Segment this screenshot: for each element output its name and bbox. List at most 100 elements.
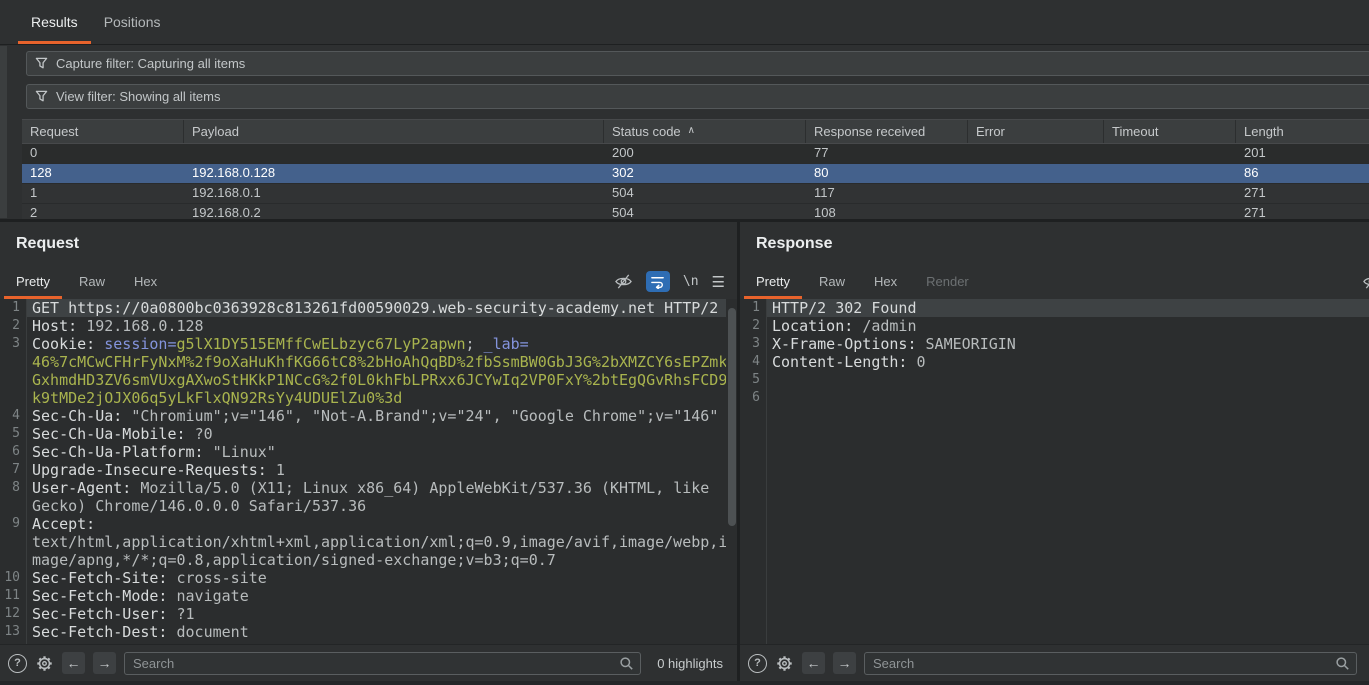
line-text: Sec-Fetch-User: ?1 xyxy=(26,605,726,623)
editor-menu-icon[interactable]: ☰ xyxy=(712,273,725,291)
view-filter-bar[interactable]: View filter: Showing all items xyxy=(26,84,1369,109)
editor-line: 12Sec-Fetch-User: ?1 xyxy=(0,605,737,623)
line-text: 46%7cMCwCFHrFyNxM%2f9oXaHuKhfKG66tC8%2bH… xyxy=(26,353,726,371)
tab-positions[interactable]: Positions xyxy=(91,0,174,44)
line-number: 6 xyxy=(0,443,26,461)
editor-line: 2Host: 192.168.0.128 xyxy=(0,317,737,335)
editor-line: 1GET https://0a0800bc0363928c813261fd005… xyxy=(0,299,737,317)
response-search-input[interactable] xyxy=(864,652,1357,675)
table-cell: 504 xyxy=(604,184,806,203)
next-match-button[interactable]: → xyxy=(833,652,856,674)
line-number xyxy=(0,533,26,551)
request-editor-scrollbar[interactable] xyxy=(728,308,736,526)
table-cell: 271 xyxy=(1236,184,1369,203)
line-number: 13 xyxy=(0,623,26,641)
next-match-button[interactable]: → xyxy=(93,652,116,674)
table-row[interactable]: 020077201 xyxy=(22,144,1369,164)
editor-line: 1HTTP/2 302 Found xyxy=(740,299,1369,317)
previous-match-button[interactable]: ← xyxy=(62,652,85,674)
settings-gear-icon[interactable] xyxy=(775,654,794,673)
column-header-status-code[interactable]: Status code∧ xyxy=(604,120,806,143)
table-cell: 1 xyxy=(22,184,184,203)
line-number: 3 xyxy=(0,335,26,353)
hide-highlights-eye-icon[interactable] xyxy=(1362,264,1369,299)
line-text: Gecko) Chrome/146.0.0.0 Safari/537.36 xyxy=(26,497,726,515)
word-wrap-toggle-button[interactable] xyxy=(646,271,670,292)
table-cell: 192.168.0.1 xyxy=(184,184,604,203)
tab-pretty[interactable]: Pretty xyxy=(4,264,62,299)
column-header-length[interactable]: Length xyxy=(1236,120,1369,143)
line-text: Sec-Ch-Ua-Mobile: ?0 xyxy=(26,425,726,443)
tab-hex[interactable]: Hex xyxy=(122,264,169,299)
response-panel-title: Response xyxy=(756,235,1369,253)
help-icon[interactable]: ? xyxy=(8,654,27,673)
request-search-input[interactable] xyxy=(124,652,641,675)
line-text: text/html,application/xhtml+xml,applicat… xyxy=(26,533,726,551)
editor-line: 10Sec-Fetch-Site: cross-site xyxy=(0,569,737,587)
hide-highlights-eye-icon[interactable] xyxy=(614,273,633,290)
tab-raw[interactable]: Raw xyxy=(807,264,857,299)
line-number: 4 xyxy=(0,407,26,425)
line-number: 2 xyxy=(740,317,766,335)
line-text: Accept: xyxy=(26,515,726,533)
table-cell: 117 xyxy=(806,184,968,203)
search-icon xyxy=(619,656,634,671)
line-number: 5 xyxy=(740,371,766,389)
response-search-bar: ? ← → xyxy=(740,644,1369,681)
word-wrap-icon xyxy=(650,274,665,289)
line-text: Cookie: session=g5lX1DY515EMffCwELbzyc67… xyxy=(26,335,726,353)
request-editor[interactable]: 1GET https://0a0800bc0363928c813261fd005… xyxy=(0,299,737,645)
tab-pretty[interactable]: Pretty xyxy=(744,264,802,299)
table-cell: 200 xyxy=(604,144,806,163)
settings-gear-icon[interactable] xyxy=(35,654,54,673)
table-cell xyxy=(184,144,604,163)
table-cell: 192.168.0.128 xyxy=(184,164,604,183)
table-body: 020077201128192.168.0.12830280861192.168… xyxy=(22,144,1369,224)
tab-hex[interactable]: Hex xyxy=(862,264,909,299)
line-number: 11 xyxy=(0,587,26,605)
column-header-error[interactable]: Error xyxy=(968,120,1104,143)
response-panel: Response PrettyRawHexRender 1HTTP/2 302 … xyxy=(740,222,1369,685)
line-text: HTTP/2 302 Found xyxy=(766,299,1369,317)
table-row[interactable]: 128192.168.0.1283028086 xyxy=(22,164,1369,184)
editor-line: Gecko) Chrome/146.0.0.0 Safari/537.36 xyxy=(0,497,737,515)
table-row[interactable]: 1192.168.0.1504117 271 xyxy=(22,184,1369,204)
editor-line: 46%7cMCwCFHrFyNxM%2f9oXaHuKhfKG66tC8%2bH… xyxy=(0,353,737,371)
column-header-timeout[interactable]: Timeout xyxy=(1104,120,1236,143)
column-header-request[interactable]: Request xyxy=(22,120,184,143)
line-text: k9tMDe2jOJX06q5yLkFlxQN92RsYy4UDUElZu0%3… xyxy=(26,389,726,407)
table-cell: 86 xyxy=(1236,164,1369,183)
newline-visualization-toggle[interactable]: \n xyxy=(683,274,699,289)
line-text: GET https://0a0800bc0363928c813261fd0059… xyxy=(26,299,726,317)
tab-render[interactable]: Render xyxy=(914,264,981,299)
help-icon[interactable]: ? xyxy=(748,654,767,673)
table-cell xyxy=(1104,184,1236,203)
table-cell: 0 xyxy=(22,144,184,163)
response-editor[interactable]: 1HTTP/2 302 Found2Location: /admin3X-Fra… xyxy=(740,299,1369,645)
editor-line: 5Sec-Ch-Ua-Mobile: ?0 xyxy=(0,425,737,443)
column-header-response-received[interactable]: Response received xyxy=(806,120,968,143)
results-scrollbar[interactable] xyxy=(0,46,7,218)
table-cell: 201 xyxy=(1236,144,1369,163)
funnel-icon xyxy=(35,57,48,70)
editor-line: 3X-Frame-Options: SAMEORIGIN xyxy=(740,335,1369,353)
line-text: Sec-Ch-Ua-Platform: "Linux" xyxy=(26,443,726,461)
tab-raw[interactable]: Raw xyxy=(67,264,117,299)
table-cell: 80 xyxy=(806,164,968,183)
editor-line: 4Sec-Ch-Ua: "Chromium";v="146", "Not-A.B… xyxy=(0,407,737,425)
line-number: 1 xyxy=(740,299,766,317)
editor-line: 2Location: /admin xyxy=(740,317,1369,335)
request-panel-title: Request xyxy=(16,235,737,253)
tab-results[interactable]: Results xyxy=(18,0,91,44)
line-text: Sec-Fetch-Dest: document xyxy=(26,623,726,641)
column-header-payload[interactable]: Payload xyxy=(184,120,604,143)
line-text: Location: /admin xyxy=(766,317,1369,335)
line-number: 9 xyxy=(0,515,26,533)
results-table: RequestPayloadStatus code∧Response recei… xyxy=(22,119,1369,224)
burp-intruder-attack-window: Results Positions Capture filter: Captur… xyxy=(0,0,1369,685)
capture-filter-bar[interactable]: Capture filter: Capturing all items xyxy=(26,51,1369,76)
table-cell xyxy=(968,144,1104,163)
line-text: Host: 192.168.0.128 xyxy=(26,317,726,335)
previous-match-button[interactable]: ← xyxy=(802,652,825,674)
line-number xyxy=(0,353,26,371)
